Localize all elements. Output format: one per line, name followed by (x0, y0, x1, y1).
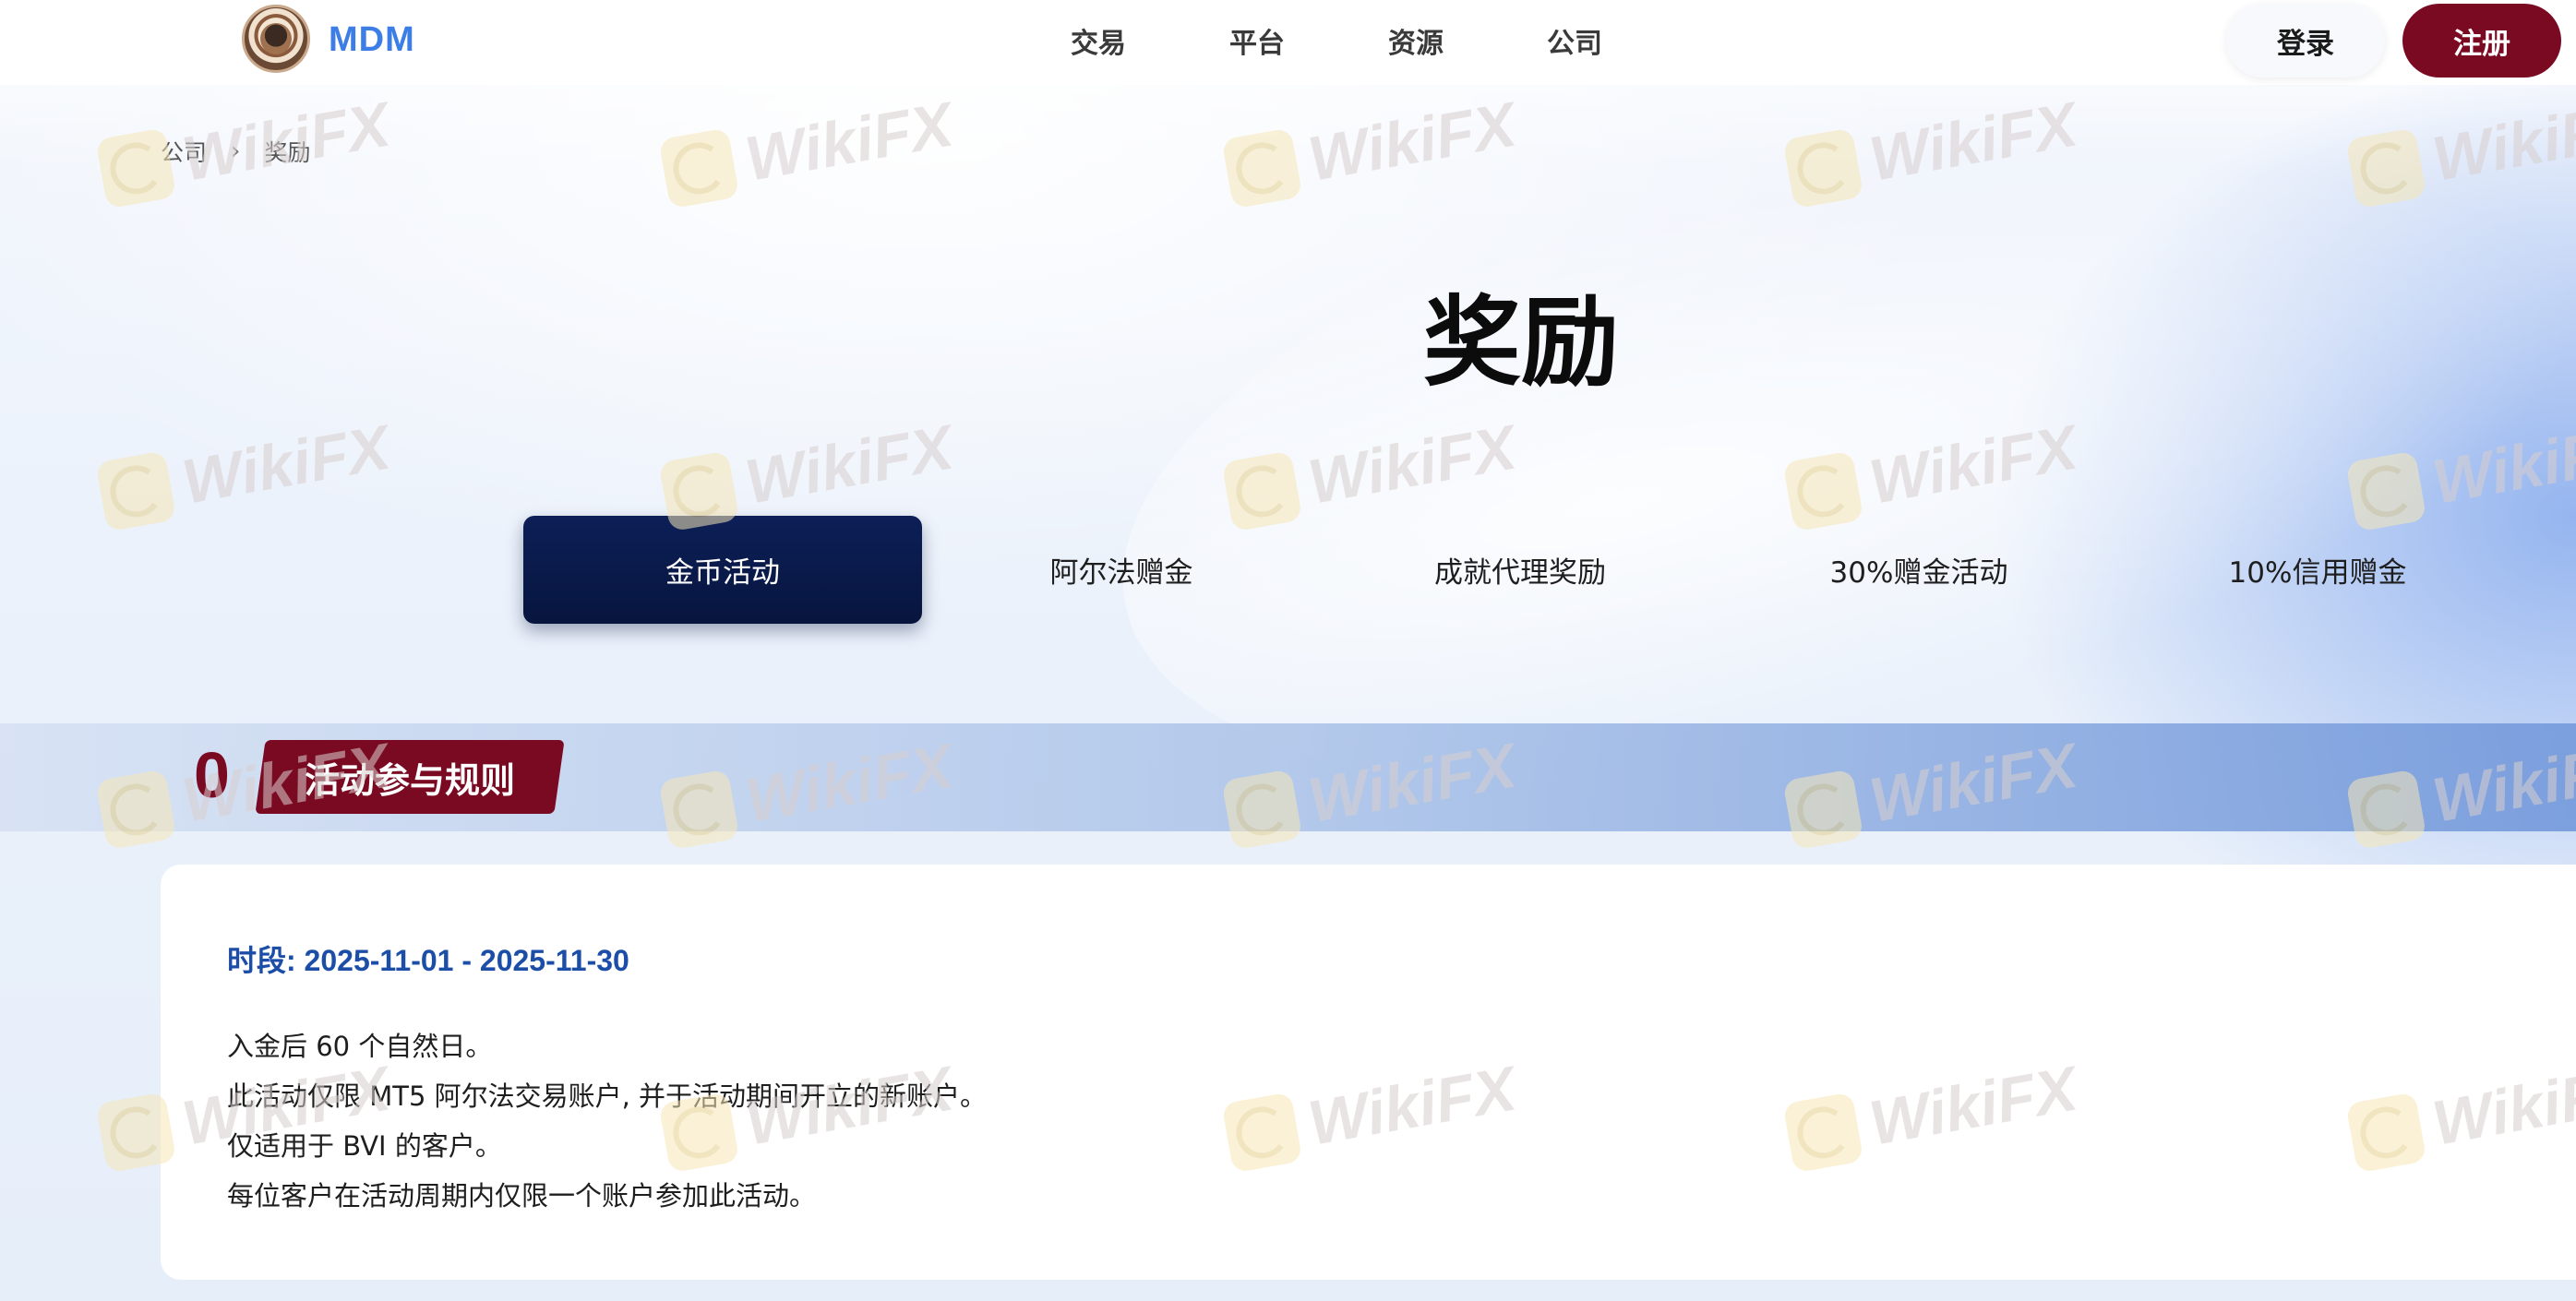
wikifx-watermark: WikiFX (658, 412, 958, 533)
rule-item: 此活动仅限 MT5 阿尔法交易账户, 并于活动期间开立的新账户。 (227, 1080, 988, 1112)
chevron-right-icon: › (231, 137, 241, 165)
wikifx-watermark: WikiFX (1221, 412, 1521, 533)
brand-logo-icon[interactable] (242, 5, 310, 73)
rule-item: 每位客户在活动周期内仅限一个账户参加此活动。 (227, 1180, 817, 1211)
wikifx-watermark: WikiFX (1221, 89, 1521, 210)
tab-alpha-bonus[interactable]: 阿尔法赠金 (922, 516, 1321, 624)
nav-item-company[interactable]: 公司 (1547, 20, 1706, 61)
reward-tabs: 金币活动 阿尔法赠金 成就代理奖励 30%赠金活动 10%信用赠金 (523, 516, 2517, 624)
tab-10-percent-credit-bonus[interactable]: 10%信用赠金 (2118, 516, 2517, 624)
main-nav: 交易 平台 资源 公司 (1071, 20, 1706, 61)
wikifx-watermark: WikiFX (658, 89, 958, 210)
rule-item: 仅适用于 BVI 的客户。 (227, 1130, 502, 1162)
wikifx-logo-icon (1221, 127, 1303, 209)
nav-item-platform[interactable]: 平台 (1229, 20, 1388, 61)
page: MDM 交易 平台 资源 公司 登录 注册 公司 › 奖励 奖励 金币活动 阿尔… (0, 0, 2576, 1301)
wikifx-watermark: WikiFX (1782, 412, 2082, 533)
campaign-period: 时段: 2025-11-01 - 2025-11-30 (227, 944, 629, 977)
wikifx-watermark: WikiFX (95, 412, 395, 533)
wikifx-logo-icon (658, 127, 740, 209)
tab-30-percent-bonus[interactable]: 30%赠金活动 (1719, 516, 2118, 624)
page-title: 奖励 (1423, 286, 1619, 400)
tab-gold-coin-campaign[interactable]: 金币活动 (523, 516, 922, 624)
rules-list: 入金后 60 个自然日。 此活动仅限 MT5 阿尔法交易账户, 并于活动期间开立… (227, 1021, 987, 1221)
section-number: 0 (194, 739, 230, 811)
nav-item-resources[interactable]: 资源 (1388, 20, 1547, 61)
wikifx-logo-icon (1782, 127, 1864, 209)
register-button[interactable]: 注册 (2402, 4, 2561, 78)
top-header: MDM 交易 平台 资源 公司 登录 注册 (0, 0, 2576, 85)
brand-name[interactable]: MDM (329, 20, 415, 60)
section-title: 活动参与规则 (304, 759, 515, 801)
logo-emblem (260, 23, 292, 54)
login-button[interactable]: 登录 (2226, 4, 2385, 78)
wikifx-watermark: WikiFX (1782, 89, 2082, 210)
breadcrumb-company-link[interactable]: 公司 (161, 135, 207, 168)
nav-item-trading[interactable]: 交易 (1071, 20, 1229, 61)
breadcrumb-current: 奖励 (264, 139, 311, 166)
wikifx-watermark: WikiFX (2345, 412, 2576, 533)
wikifx-logo-icon (95, 450, 177, 532)
tab-achievement-agent-reward[interactable]: 成就代理奖励 (1321, 516, 1719, 624)
rule-item: 入金后 60 个自然日。 (227, 1031, 493, 1062)
breadcrumb: 公司 › 奖励 (161, 135, 310, 168)
wikifx-logo-icon (2345, 127, 2427, 209)
wikifx-watermark: WikiFX (2345, 89, 2576, 210)
